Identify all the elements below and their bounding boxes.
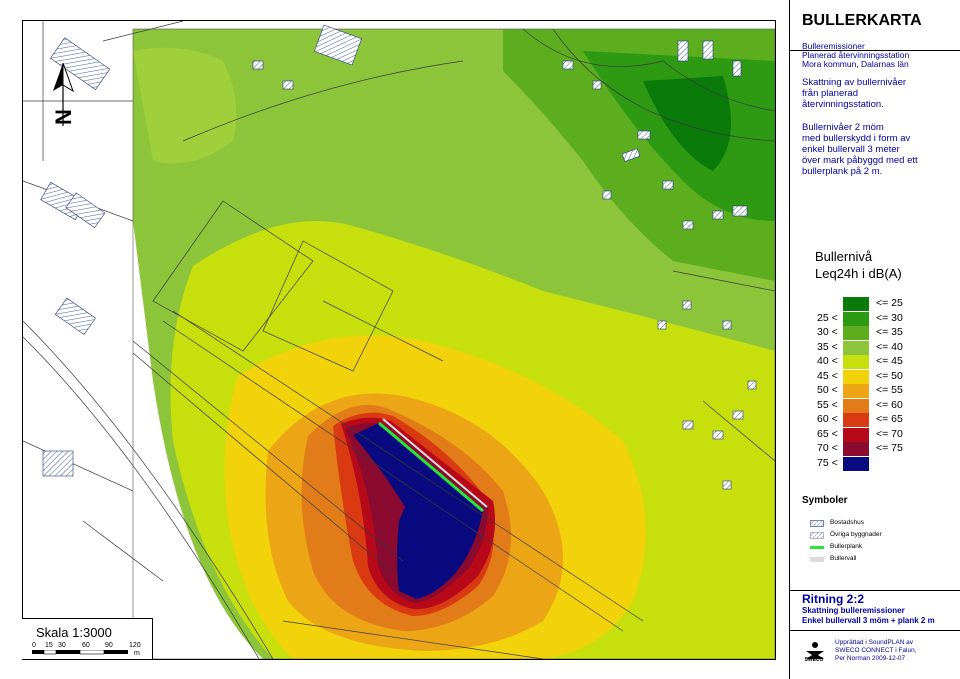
- legend-lower-bound: 75 <: [817, 456, 838, 469]
- legend-lower-bound: 40 <: [817, 355, 838, 367]
- divider: [790, 630, 960, 631]
- legend-row: 55 < <= 60: [815, 398, 915, 413]
- legend-upper-bound: <= 70: [876, 427, 903, 440]
- description-line: över mark påbyggd med ett: [802, 155, 918, 166]
- legend-swatch: [843, 369, 869, 384]
- scale-label: Skala 1:3000: [36, 625, 112, 640]
- legend-lower-bound: 55 <: [817, 398, 838, 411]
- legend-lower-bound: 65 <: [817, 427, 838, 440]
- scale-tick: 30: [58, 642, 66, 649]
- legend-row: 75 <: [815, 456, 915, 471]
- divider: [790, 590, 960, 591]
- legend-upper-bound: <= 25: [876, 297, 903, 309]
- legend-upper-bound: <= 60: [876, 398, 903, 411]
- scale-tick: 90: [105, 642, 113, 649]
- legend-row: 50 < <= 55: [815, 384, 915, 398]
- legend-swatch: [843, 398, 869, 413]
- legend-swatch: [843, 311, 869, 326]
- legend-row: 70 < <= 75: [815, 442, 915, 456]
- noise-map: N: [22, 20, 776, 660]
- legend-lower-bound: 30 <: [817, 326, 838, 338]
- legend-lower-bound: 50 <: [817, 384, 838, 396]
- scale-tick: 15: [45, 642, 53, 649]
- legend-swatch: [843, 297, 869, 311]
- legend-heading: Bullernivå Leq24h i dB(A): [815, 248, 902, 282]
- legend-row: 65 < <= 70: [815, 427, 915, 442]
- legend-lower-bound: 35 <: [817, 340, 838, 353]
- legend-lower-bound: 25 <: [817, 311, 838, 324]
- page-title: BULLERKARTA: [802, 12, 922, 29]
- legend-lower-bound: 45 <: [817, 369, 838, 382]
- description-line: återvinningsstation.: [802, 99, 884, 110]
- legend-upper-bound: <= 55: [876, 384, 903, 396]
- subtitle-line: Mora kommun, Dalarnas län: [802, 59, 909, 69]
- description-line: Bullernivåer 2 möm: [802, 122, 884, 133]
- legend-upper-bound: <= 75: [876, 442, 903, 454]
- legend-heading-line: Leq24h i dB(A): [815, 266, 902, 281]
- symbol-label: Övriga byggnader: [830, 531, 882, 538]
- legend-swatch: [843, 456, 869, 471]
- symbol-label: Bostadshus: [830, 519, 864, 526]
- legend-row: 40 < <= 45: [815, 355, 915, 369]
- legend-row: 30 < <= 35: [815, 326, 915, 340]
- legend-lower-bound: 70 <: [817, 442, 838, 454]
- legend-lower-bound: 60 <: [817, 413, 838, 425]
- legend-row: 60 < <= 65: [815, 413, 915, 427]
- description-line: enkel bullervall 3 meter: [802, 144, 900, 155]
- symbols-heading: Symboler: [802, 495, 848, 506]
- legend-swatch: [843, 355, 869, 369]
- scale-tick: 60: [82, 642, 90, 649]
- hatched-rect-light-icon: [810, 532, 824, 539]
- legend-swatch: [843, 340, 869, 355]
- description-line: Skattning av bullernivåer: [802, 77, 907, 88]
- legend-swatch: [843, 413, 869, 427]
- legend-upper-bound: <= 50: [876, 369, 903, 382]
- legend-swatch: [843, 442, 869, 456]
- description-line: från planerad: [802, 88, 858, 99]
- legend-row: <= 25: [815, 297, 915, 311]
- logo-text: SWECO: [804, 657, 824, 663]
- drawing-subtitle-line: Skattning bulleremissioner: [802, 606, 905, 615]
- credit-line: Per Norman 2009-12-07: [835, 655, 906, 662]
- north-label: N: [51, 109, 76, 125]
- legend-row: 45 < <= 50: [815, 369, 915, 384]
- legend-upper-bound: <= 40: [876, 340, 903, 353]
- sidebar: BULLERKARTA Bulleremissioner Planerad åt…: [789, 0, 960, 679]
- drawing-subtitle-line: Enkel bullervall 3 möm + plank 2 m: [802, 616, 935, 625]
- description-line: med bullerskydd i form av: [802, 133, 911, 144]
- description-line: bullerplank på 2 m.: [802, 166, 883, 177]
- legend-upper-bound: <= 30: [876, 311, 903, 324]
- scale-tick: 0: [32, 642, 36, 649]
- legend-swatch: [843, 384, 869, 398]
- drawing-subtitle: Skattning bulleremissioner Enkel bullerv…: [802, 606, 935, 626]
- legend-row: 35 < <= 40: [815, 340, 915, 355]
- symbol-label: Bullervall: [830, 555, 857, 562]
- symbol-label: Bullerplank: [830, 543, 863, 550]
- legend-row: 25 < <= 30: [815, 311, 915, 326]
- drawing-title: Ritning 2:2: [802, 592, 864, 606]
- scale-box: Skala 1:3000 0 15 30 60 90 120 m: [22, 618, 153, 659]
- credit-line: SWECO CONNECT i Falun,: [835, 647, 917, 654]
- legend-upper-bound: <= 35: [876, 326, 903, 338]
- green-line-icon: [810, 546, 824, 549]
- legend-heading-line: Bullernivå: [815, 249, 873, 264]
- legend-upper-bound: <= 45: [876, 355, 903, 367]
- legend-upper-bound: <= 65: [876, 413, 903, 425]
- gray-fill-icon: [810, 557, 824, 562]
- scale-tick: 120: [129, 642, 141, 649]
- scale-unit: m: [134, 650, 140, 657]
- noise-map-canvas: N: [23, 21, 775, 659]
- credit: Upprättad i SoundPLAN av SWECO CONNECT i…: [835, 639, 917, 663]
- credit-line: Upprättad i SoundPLAN av: [835, 639, 914, 646]
- legend-swatch: [843, 326, 869, 340]
- legend-swatch: [843, 427, 869, 442]
- hatched-rect-icon: [810, 520, 824, 527]
